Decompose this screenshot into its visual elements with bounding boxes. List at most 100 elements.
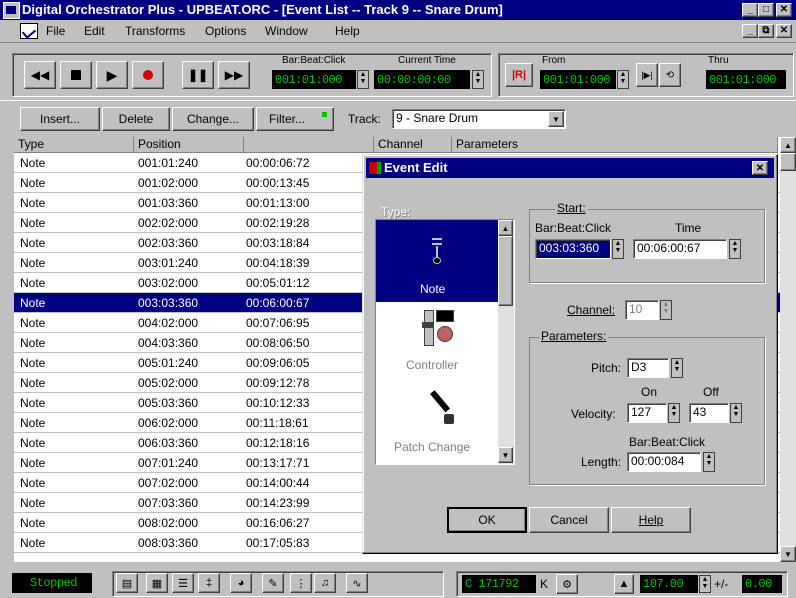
- cell-time: 00:00:06:72: [246, 156, 310, 170]
- type-scroll-down-icon[interactable]: ▼: [498, 447, 513, 463]
- velocity-on-spinner[interactable]: ▲ ▼: [668, 403, 680, 423]
- velocity-off-field[interactable]: 43: [689, 403, 729, 423]
- tempo-offset-display[interactable]: 0.00: [742, 575, 782, 593]
- change-button[interactable]: Change...: [172, 107, 254, 131]
- channel-spinner[interactable]: ▲ ▼: [660, 300, 672, 320]
- mixer-icon[interactable]: ‡: [198, 573, 220, 593]
- piano-roll-icon[interactable]: ▦: [146, 573, 168, 593]
- length-field[interactable]: 00:00:084: [627, 452, 701, 472]
- menu-file[interactable]: File: [46, 24, 65, 38]
- thru-display[interactable]: 001:01:000: [706, 70, 786, 89]
- start-time-field[interactable]: 00:06:00:67: [633, 239, 727, 259]
- fast-forward-button[interactable]: ▶▶: [218, 61, 250, 89]
- delete-button[interactable]: Delete: [102, 107, 170, 131]
- sync-icon[interactable]: ⚙: [556, 574, 578, 594]
- tape-icon[interactable]: ◕: [230, 573, 252, 593]
- document-icon[interactable]: [20, 23, 38, 39]
- app-icon[interactable]: [3, 2, 20, 19]
- menu-help[interactable]: Help: [335, 24, 360, 38]
- filter-button[interactable]: Filter...: [256, 107, 334, 131]
- chevron-down-icon[interactable]: ▼: [548, 111, 564, 127]
- menu-transforms[interactable]: Transforms: [125, 24, 185, 38]
- column-header-channel[interactable]: Channel: [374, 137, 452, 153]
- cell-pos: 007:03:360: [138, 496, 199, 510]
- length-spinner[interactable]: ▲ ▼: [703, 452, 715, 472]
- ok-button[interactable]: OK: [447, 507, 527, 533]
- loop-button[interactable]: ⟲: [659, 63, 681, 87]
- scroll-thumb[interactable]: [780, 153, 796, 171]
- notation-icon[interactable]: ✎: [262, 573, 284, 593]
- child-restore-button[interactable]: ⧉: [758, 24, 774, 38]
- child-close-button[interactable]: ✕: [776, 24, 792, 38]
- from-display[interactable]: 001:01:000: [540, 70, 616, 89]
- velocity-off-spinner[interactable]: ▲ ▼: [730, 403, 742, 423]
- record-button[interactable]: [132, 61, 164, 89]
- type-item-patch-change[interactable]: Patch Change: [376, 380, 498, 462]
- staff-view-icon[interactable]: ▤: [116, 573, 138, 593]
- tempo-offset-label: +/-: [714, 577, 729, 591]
- channel-field[interactable]: 10: [625, 300, 659, 320]
- column-header-type[interactable]: Type: [14, 137, 134, 153]
- current-time-spinner[interactable]: ▲ ▼: [472, 70, 484, 89]
- punch-in-button[interactable]: |▶|: [636, 63, 658, 87]
- column-header-position[interactable]: Position: [134, 137, 244, 153]
- track-view-icon[interactable]: ⋮: [290, 573, 312, 593]
- help-button[interactable]: Help: [611, 507, 691, 533]
- scroll-up-icon[interactable]: ▲: [780, 137, 796, 153]
- type-scroll-thumb[interactable]: [498, 236, 513, 306]
- patch-cable-icon: [426, 390, 456, 428]
- play-button[interactable]: ▶: [96, 61, 128, 89]
- pitch-field[interactable]: D3: [627, 358, 669, 378]
- cell-pos: 001:01:240: [138, 156, 199, 170]
- menu-options[interactable]: Options: [205, 24, 246, 38]
- cell-time: 00:03:18:84: [246, 236, 310, 250]
- bar-beat-click-spinner[interactable]: ▲ ▼: [357, 70, 369, 89]
- menu-window[interactable]: Window: [265, 24, 308, 38]
- stop-button[interactable]: [60, 61, 92, 89]
- length-label: Length:: [581, 455, 622, 469]
- current-time-display[interactable]: 00:00:00:00: [374, 70, 470, 89]
- type-list-scrollbar[interactable]: ▲ ▼: [498, 220, 514, 464]
- type-list[interactable]: Note Controller Patch Change ▲ ▼: [375, 219, 515, 465]
- table-scrollbar[interactable]: ▲ ▼: [780, 137, 796, 562]
- cell-type: Note: [20, 356, 46, 370]
- child-minimize-button[interactable]: _: [742, 24, 758, 38]
- start-bbc-field[interactable]: 003:03:360: [535, 239, 611, 259]
- waveform-icon[interactable]: ∿: [346, 573, 368, 593]
- close-button[interactable]: ✕: [776, 3, 792, 17]
- start-bbc-spinner[interactable]: ▲ ▼: [612, 239, 624, 259]
- cell-pos: 008:02:000: [138, 516, 199, 530]
- type-scroll-up-icon[interactable]: ▲: [498, 220, 513, 236]
- cell-type: Note: [20, 236, 46, 250]
- cell-pos: 007:02:000: [138, 476, 199, 490]
- minimize-button[interactable]: _: [742, 3, 758, 17]
- velocity-on-field[interactable]: 127: [627, 403, 667, 423]
- bar-beat-click-display[interactable]: 001:01:000: [272, 70, 356, 89]
- loop-record-button[interactable]: |R|: [505, 63, 533, 87]
- menu-edit[interactable]: Edit: [84, 24, 105, 38]
- play-icon: ▶: [106, 66, 118, 83]
- scroll-down-icon[interactable]: ▼: [780, 546, 796, 562]
- insert-button[interactable]: Insert...: [20, 107, 100, 131]
- column-header-time[interactable]: [244, 137, 374, 153]
- rewind-button[interactable]: ◀◀: [24, 61, 56, 89]
- velocity-off-label: Off: [703, 385, 719, 399]
- type-item-note[interactable]: Note: [376, 220, 498, 302]
- tempo-spinner[interactable]: ▲ ▼: [699, 575, 711, 593]
- track-select[interactable]: 9 - Snare Drum ▼: [392, 109, 566, 129]
- metronome-icon[interactable]: ▲: [614, 574, 634, 594]
- pause-button[interactable]: ❚❚: [182, 61, 214, 89]
- column-header-parameters[interactable]: Parameters: [452, 137, 778, 153]
- from-spinner[interactable]: ▲ ▼: [617, 70, 629, 89]
- dialog-close-button[interactable]: ✕: [752, 161, 768, 175]
- type-item-controller[interactable]: Controller: [376, 302, 498, 380]
- maximize-button[interactable]: □: [758, 3, 774, 17]
- event-list-icon[interactable]: ☰: [172, 573, 194, 593]
- cell-type: Note: [20, 316, 46, 330]
- audio-icon[interactable]: ♫: [314, 573, 336, 593]
- cell-pos: 004:02:000: [138, 316, 199, 330]
- tempo-display[interactable]: 107.00: [640, 575, 698, 593]
- cancel-button[interactable]: Cancel: [529, 507, 609, 533]
- pitch-spinner[interactable]: ▲ ▼: [671, 358, 683, 378]
- start-time-spinner[interactable]: ▲ ▼: [729, 239, 741, 259]
